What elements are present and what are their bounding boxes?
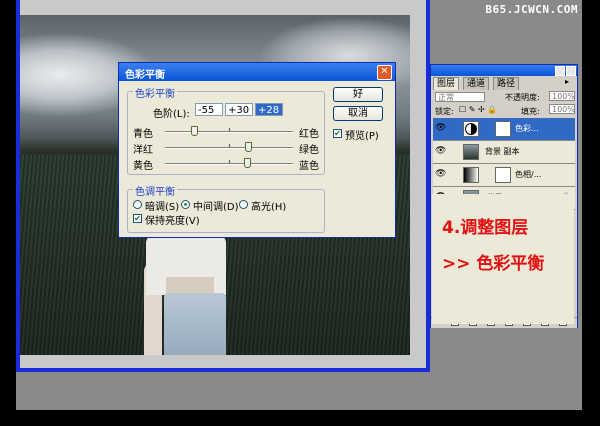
slider-row-magenta-green: 洋红 绿色 <box>119 141 395 156</box>
slider-center-tick <box>229 160 230 163</box>
slider-right-label: 绿色 <box>299 145 319 156</box>
tab-channels[interactable]: 通道 <box>463 77 490 90</box>
tab-layers[interactable]: 图层 <box>433 77 460 90</box>
highlights-label[interactable]: 高光(H) <box>251 198 286 213</box>
blend-mode-select[interactable]: 正常 <box>435 92 485 102</box>
slider-track[interactable] <box>165 147 293 149</box>
panel-menu-icon[interactable]: ▸ <box>565 77 569 86</box>
minimize-icon[interactable] <box>555 66 565 76</box>
eye-icon[interactable]: 👁 <box>435 147 446 156</box>
close-icon[interactable]: ✕ <box>377 65 392 80</box>
shadows-radio[interactable] <box>133 200 142 209</box>
adjustment-icon <box>463 167 479 183</box>
cancel-button[interactable]: 取消 <box>333 106 383 121</box>
slider-left-label: 黄色 <box>133 161 153 172</box>
dialog-title: 色彩平衡 <box>125 70 165 81</box>
layer-thumbnail <box>463 144 479 160</box>
slider-row-yellow-blue: 黄色 蓝色 <box>119 157 395 172</box>
layer-name: 背景 副本 <box>485 147 520 156</box>
layer-row[interactable]: 👁 色相/... <box>433 164 575 187</box>
slider-thumb[interactable] <box>190 126 198 136</box>
layer-mask-thumbnail[interactable] <box>495 121 511 137</box>
watermark: B65.JCWCN.COM <box>485 3 578 16</box>
midtones-radio[interactable] <box>181 200 190 209</box>
eye-icon[interactable]: 👁 <box>435 170 446 179</box>
eye-icon[interactable]: 👁 <box>435 124 446 133</box>
slider-left-label: 青色 <box>133 129 153 140</box>
annotation-step: 4.调整图层 <box>442 218 529 238</box>
lock-label: 锁定: <box>435 107 454 116</box>
slider-left-label: 洋红 <box>133 145 153 156</box>
layer-name: 色彩... <box>515 124 539 133</box>
shadows-label[interactable]: 暗调(S) <box>145 198 179 213</box>
layer-row[interactable]: 👁 背景 副本 <box>433 141 575 164</box>
level-input-cyan-red[interactable]: -55 <box>195 103 223 116</box>
tab-paths[interactable]: 路径 <box>493 77 520 90</box>
annotation-subtitle: >> 色彩平衡 <box>442 254 545 274</box>
slider-center-tick <box>229 128 230 131</box>
fill-label: 填充: <box>521 107 540 116</box>
opacity-label: 不透明度: <box>505 93 540 102</box>
ok-button[interactable]: 好 <box>333 87 383 102</box>
slider-track[interactable] <box>165 163 293 165</box>
level-input-yellow-blue[interactable]: +28 <box>255 103 283 116</box>
layer-mask-thumbnail[interactable] <box>495 167 511 183</box>
highlights-radio[interactable] <box>239 200 248 209</box>
fill-input[interactable]: 100% <box>549 104 575 114</box>
slider-track[interactable] <box>165 131 293 133</box>
slider-right-label: 蓝色 <box>299 161 319 172</box>
preserve-luminosity-label[interactable]: 保持亮度(V) <box>145 212 200 227</box>
color-balance-group-label: 色彩平衡 <box>133 85 177 100</box>
panel-tabs: 图层 通道 路径 ▸ <box>431 76 577 90</box>
preview-checkbox[interactable]: ✔ <box>333 129 342 138</box>
layer-row[interactable]: 👁 色彩... <box>433 118 575 141</box>
slider-thumb[interactable] <box>245 142 253 152</box>
preview-label[interactable]: 预览(P) <box>345 127 379 142</box>
midtones-label[interactable]: 中间调(D) <box>193 198 239 213</box>
slider-center-tick <box>229 144 230 147</box>
panel-titlebar[interactable] <box>431 65 577 76</box>
slider-right-label: 红色 <box>299 129 319 140</box>
dialog-titlebar[interactable]: 色彩平衡 ✕ <box>119 63 395 81</box>
slider-thumb[interactable] <box>243 158 251 168</box>
close-icon[interactable] <box>566 66 576 76</box>
lock-icons[interactable]: ☐ ✎ ✢ 🔒 <box>459 105 497 114</box>
tone-balance-group-label: 色调平衡 <box>133 183 177 198</box>
adjustment-icon <box>463 121 479 137</box>
color-balance-dialog: 色彩平衡 ✕ 色彩平衡 色阶(L): -55 +30 +28 青色 红色 洋红 … <box>118 62 396 238</box>
layer-name: 色相/... <box>515 170 542 179</box>
preserve-luminosity-checkbox[interactable]: ✔ <box>133 214 142 223</box>
level-input-magenta-green[interactable]: +30 <box>225 103 253 116</box>
levels-label: 色阶(L): <box>153 109 190 120</box>
person-jeans <box>164 293 226 355</box>
opacity-input[interactable]: 100% <box>549 91 575 101</box>
